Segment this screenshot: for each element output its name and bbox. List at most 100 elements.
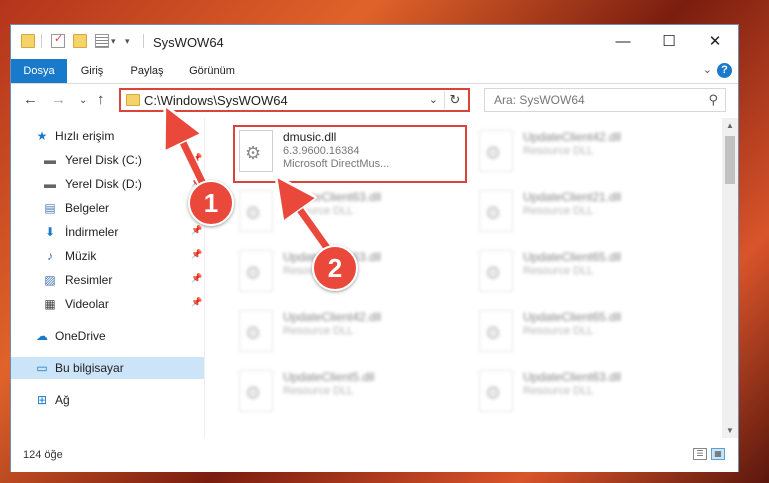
file-description: Resource DLL xyxy=(523,325,594,337)
help-icon[interactable]: ? xyxy=(717,63,732,78)
file-item[interactable]: ⚙ UpdateClient42.dll Resource DLL xyxy=(473,126,703,178)
file-item[interactable]: ⚙ UpdateClient21.dll Resource DLL xyxy=(473,186,703,238)
search-box[interactable]: Ara: SysWOW64 ⚲ xyxy=(484,88,726,112)
computer-icon: ▭ xyxy=(36,361,48,375)
file-item-dmusic[interactable]: ⚙ dmusic.dll 6.3.9600.16384 Microsoft Di… xyxy=(233,126,463,178)
file-item[interactable]: ⚙ UpdateClient65.dll Resource DLL xyxy=(473,306,703,358)
gear-icon: ⚙ xyxy=(485,383,502,403)
music-icon: ♪ xyxy=(47,249,53,263)
file-description: Resource DLL xyxy=(283,205,354,217)
file-description: Resource DLL xyxy=(523,265,594,277)
scroll-up-icon[interactable]: ▲ xyxy=(722,121,738,130)
file-name: UpdateClient63.dll xyxy=(523,370,622,384)
new-folder-icon[interactable] xyxy=(73,34,87,48)
scroll-thumb[interactable] xyxy=(725,136,735,184)
window-title: SysWOW64 xyxy=(153,35,224,50)
navigation-pane: ★ Hızlı erişim ▬ Yerel Disk (C:) 📌 ▬ Yer… xyxy=(11,118,205,438)
sidebar-item-quick-access[interactable]: ★ Hızlı erişim xyxy=(11,125,204,147)
ribbon-expand-icon[interactable]: ⌄ xyxy=(703,63,712,76)
file-item[interactable]: ⚙ UpdateClient42.dll Resource DLL xyxy=(233,306,463,358)
file-description: Resource DLL xyxy=(523,385,594,397)
vertical-scrollbar[interactable]: ▲ ▼ xyxy=(722,118,738,438)
gear-icon: ⚙ xyxy=(245,203,262,223)
refresh-button[interactable]: ↻ xyxy=(444,91,465,109)
sidebar-item-documents[interactable]: ▤ Belgeler 📌 xyxy=(11,197,204,219)
sidebar-item-network[interactable]: ⊞ Ağ xyxy=(11,389,204,411)
tab-file[interactable]: Dosya xyxy=(11,59,67,83)
file-item[interactable]: ⚙ UpdateClient5.dll Resource DLL xyxy=(233,366,463,418)
tiles-view-icon[interactable]: ▦ xyxy=(711,448,725,460)
dll-file-icon: ⚙ xyxy=(479,310,513,352)
gear-icon: ⚙ xyxy=(485,143,502,163)
sidebar-item-onedrive[interactable]: ☁ OneDrive xyxy=(11,325,204,347)
file-description: Resource DLL xyxy=(523,205,594,217)
pictures-icon: ▨ xyxy=(44,273,56,287)
sidebar-item-disk-d[interactable]: ▬ Yerel Disk (D:) 📌 xyxy=(11,173,204,195)
sidebar-item-pictures[interactable]: ▨ Resimler 📌 xyxy=(11,269,204,291)
step-badge-2: 2 xyxy=(312,245,358,291)
minimize-button[interactable]: — xyxy=(600,25,646,59)
sidebar-item-videos[interactable]: ▦ Videolar 📌 xyxy=(11,293,204,315)
sidebar-item-music[interactable]: ♪ Müzik 📌 xyxy=(11,245,204,267)
address-dropdown-icon[interactable]: ⌄ xyxy=(429,93,438,106)
explorer-window: ✓ ▾ ▾ SysWOW64 — ☐ ✕ Dosya Giriş Paylaş … xyxy=(10,24,739,472)
file-name: UpdateClient42.dll xyxy=(283,310,382,324)
gear-icon: ⚙ xyxy=(245,143,262,163)
file-list: ⚙ dmusic.dll 6.3.9600.16384 Microsoft Di… xyxy=(205,118,723,438)
properties-icon[interactable]: ✓ xyxy=(51,33,65,48)
forward-button[interactable]: → xyxy=(51,91,66,108)
gear-icon: ⚙ xyxy=(485,323,502,343)
tab-view[interactable]: Görünüm xyxy=(181,59,243,83)
tab-share[interactable]: Paylaş xyxy=(121,59,173,83)
tab-home[interactable]: Giriş xyxy=(71,59,113,83)
sidebar-item-label: Hızlı erişim xyxy=(55,129,115,143)
gear-icon: ⚙ xyxy=(245,323,262,343)
sidebar-item-downloads[interactable]: ⬇ İndirmeler 📌 xyxy=(11,221,204,243)
file-name: UpdateClient42.dll xyxy=(523,130,622,144)
sidebar-item-label: Yerel Disk (C:) xyxy=(65,153,142,167)
back-button[interactable]: ← xyxy=(23,91,38,108)
pin-icon: 📌 xyxy=(191,153,203,163)
sidebar-item-disk-c[interactable]: ▬ Yerel Disk (C:) 📌 xyxy=(11,149,204,171)
sidebar-item-label: Ağ xyxy=(55,393,70,407)
pin-icon: 📌 xyxy=(191,249,203,259)
quick-access-dropdown-icon[interactable]: ▾ xyxy=(125,36,139,50)
separator xyxy=(41,34,42,48)
folder-icon xyxy=(126,94,140,106)
file-item[interactable]: ⚙ UpdateClient63.dll Resource DLL xyxy=(233,186,463,238)
address-bar[interactable]: C:\Windows\SysWOW64 ⌄ ↻ xyxy=(119,88,470,112)
dll-file-icon: ⚙ xyxy=(239,130,273,172)
file-name: UpdateClient5.dll xyxy=(283,370,375,384)
folder-icon xyxy=(21,34,35,48)
sidebar-item-label: OneDrive xyxy=(55,329,106,343)
scroll-down-icon[interactable]: ▼ xyxy=(722,426,738,435)
file-description: Microsoft DirectMus... xyxy=(283,158,390,170)
recent-locations-button[interactable]: ⌄ xyxy=(79,95,87,106)
dll-file-icon: ⚙ xyxy=(479,370,513,412)
download-icon: ⬇ xyxy=(44,225,56,239)
cloud-icon: ☁ xyxy=(36,329,48,343)
close-button[interactable]: ✕ xyxy=(692,25,738,59)
sidebar-item-label: İndirmeler xyxy=(65,225,119,239)
search-input[interactable]: Ara: SysWOW64 xyxy=(494,93,585,107)
up-button[interactable]: ↑ xyxy=(97,91,105,108)
dropdown-icon[interactable]: ▾ xyxy=(111,36,125,50)
customize-icon[interactable] xyxy=(95,34,109,48)
dll-file-icon: ⚙ xyxy=(479,250,513,292)
file-name: dmusic.dll xyxy=(283,130,337,144)
address-path[interactable]: C:\Windows\SysWOW64 xyxy=(144,93,288,108)
sidebar-item-label: Yerel Disk (D:) xyxy=(65,177,142,191)
pin-icon: 📌 xyxy=(191,297,203,307)
dll-file-icon: ⚙ xyxy=(239,250,273,292)
file-item[interactable]: ⚙ UpdateClient63.dll Resource DLL xyxy=(473,366,703,418)
details-view-icon[interactable]: ☰ xyxy=(693,448,707,460)
maximize-button[interactable]: ☐ xyxy=(646,25,692,59)
step-badge-1: 1 xyxy=(188,180,234,226)
sidebar-item-this-pc[interactable]: ▭ Bu bilgisayar xyxy=(11,357,204,379)
separator xyxy=(143,34,144,48)
dll-file-icon: ⚙ xyxy=(239,310,273,352)
gear-icon: ⚙ xyxy=(485,263,502,283)
file-item[interactable]: ⚙ UpdateClient65.dll Resource DLL xyxy=(473,246,703,298)
drive-icon: ▬ xyxy=(44,153,56,167)
network-icon: ⊞ xyxy=(36,393,48,407)
